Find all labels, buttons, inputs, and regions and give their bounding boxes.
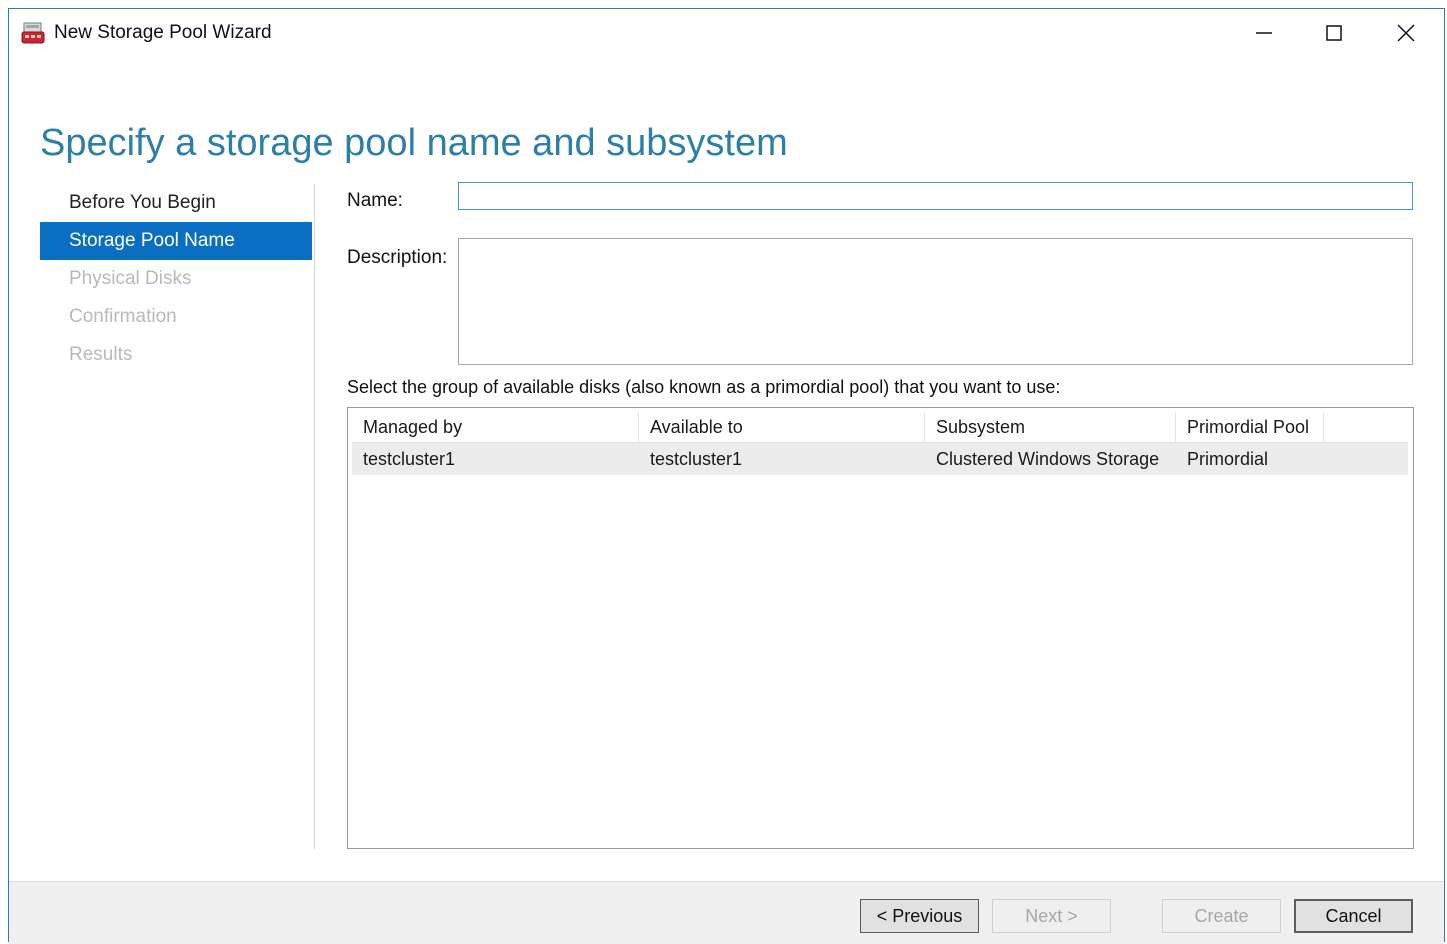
page-title: Specify a storage pool name and subsyste…	[40, 122, 788, 165]
name-label: Name:	[347, 190, 403, 211]
create-button[interactable]: Create	[1162, 899, 1281, 933]
grid-header: Managed by Available to Subsystem Primor…	[352, 412, 1408, 443]
disk-group-prompt: Select the group of available disks (als…	[347, 377, 1061, 397]
storage-pool-icon	[21, 21, 46, 45]
cell-primordial-pool: Primordial	[1187, 449, 1269, 469]
column-header-available-to[interactable]: Available to	[639, 412, 925, 442]
cell-managed-by: testcluster1	[363, 449, 456, 469]
wizard-window: New Storage Pool Wizard Specify a storag…	[8, 8, 1445, 944]
minimize-icon	[1256, 32, 1272, 34]
nav-divider	[314, 184, 315, 849]
cancel-button[interactable]: Cancel	[1294, 899, 1413, 933]
cell-subsystem: Clustered Windows Storage	[936, 449, 1160, 469]
nav-item-before-you-begin[interactable]: Before You Begin	[40, 184, 312, 222]
window-title: New Storage Pool Wizard	[54, 22, 272, 43]
next-button[interactable]: Next >	[992, 899, 1111, 933]
cell-available-to: testcluster1	[650, 449, 743, 469]
wizard-nav: Before You Begin Storage Pool Name Physi…	[40, 184, 312, 374]
maximize-icon	[1326, 25, 1342, 41]
column-header-primordial-pool[interactable]: Primordial Pool	[1176, 412, 1324, 442]
name-field[interactable]	[458, 182, 1413, 210]
close-button[interactable]	[1383, 17, 1429, 49]
maximize-button[interactable]	[1311, 17, 1357, 49]
previous-button[interactable]: < Previous	[860, 899, 979, 933]
column-header-managed-by[interactable]: Managed by	[352, 412, 639, 442]
nav-item-confirmation: Confirmation	[69, 306, 177, 327]
nav-item-physical-disks: Physical Disks	[69, 268, 192, 289]
title-bar: New Storage Pool Wizard	[9, 9, 1444, 57]
button-bar: < Previous Next > Create Cancel	[9, 881, 1444, 944]
table-row[interactable]: testcluster1 testcluster1 Clustered Wind…	[352, 443, 1408, 475]
column-header-subsystem[interactable]: Subsystem	[925, 412, 1176, 442]
nav-item-results: Results	[69, 344, 133, 365]
description-label: Description:	[347, 247, 448, 268]
minimize-button[interactable]	[1241, 17, 1287, 49]
close-icon	[1397, 24, 1415, 42]
nav-item-storage-pool-name[interactable]: Storage Pool Name	[40, 222, 312, 260]
primordial-pool-grid: Managed by Available to Subsystem Primor…	[347, 407, 1414, 849]
description-field[interactable]	[458, 238, 1413, 365]
